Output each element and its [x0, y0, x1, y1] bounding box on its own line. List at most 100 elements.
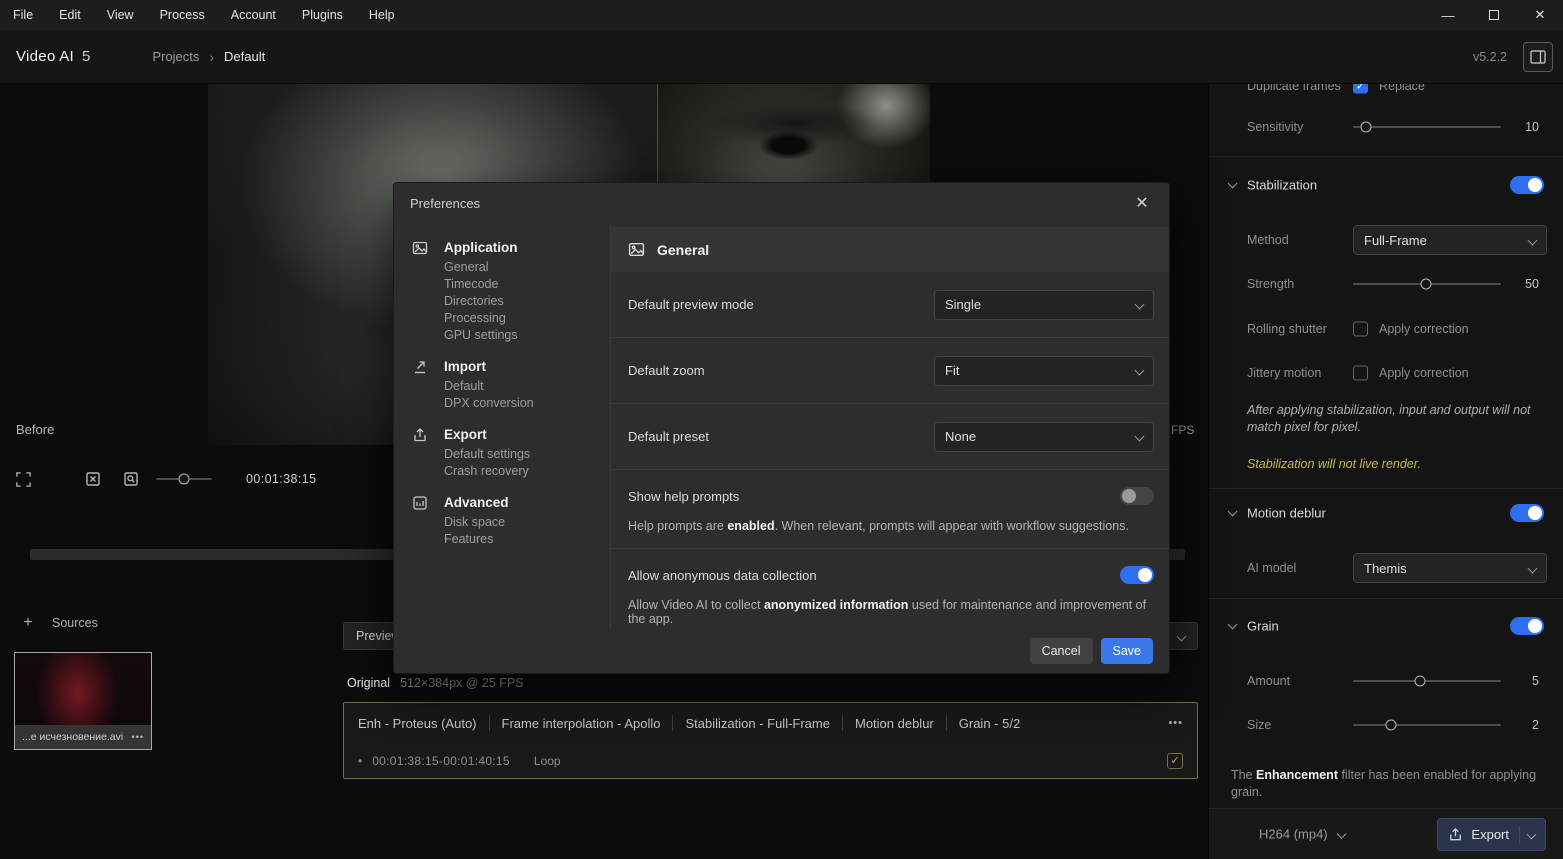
replace-checkbox[interactable]: ✓: [1353, 84, 1368, 94]
filter-pill-grain[interactable]: Grain - 5/2: [959, 716, 1020, 731]
maximize-icon[interactable]: [1471, 0, 1517, 30]
chevron-down-icon[interactable]: [1176, 631, 1187, 641]
menu-plugins[interactable]: Plugins: [289, 0, 356, 30]
nav-application[interactable]: Application: [394, 237, 610, 258]
menu-account[interactable]: Account: [218, 0, 289, 30]
nav-item-disk-space[interactable]: Disk space: [394, 513, 610, 530]
source-more-icon[interactable]: •••: [132, 732, 144, 742]
chevron-down-icon[interactable]: [1526, 829, 1537, 840]
output-format-select[interactable]: H264 (mp4): [1259, 826, 1347, 842]
nav-item-directories[interactable]: Directories: [394, 292, 610, 309]
app-version: v5.2.2: [1472, 49, 1507, 64]
jittery-motion-checkbox[interactable]: [1353, 365, 1368, 381]
nav-import[interactable]: Import: [394, 356, 610, 377]
dialog-title: Preferences: [410, 195, 481, 211]
ai-model-select[interactable]: Themis: [1353, 553, 1547, 583]
nav-item-processing[interactable]: Processing: [394, 309, 610, 326]
stabilization-header[interactable]: Stabilization: [1209, 170, 1563, 200]
chevron-down-icon: [1227, 506, 1238, 517]
clear-selection-icon[interactable]: [84, 470, 102, 488]
menu-file[interactable]: File: [0, 0, 46, 30]
default-preview-mode-row: Default preview mode Single: [611, 272, 1169, 338]
filter-pill-stabilization[interactable]: Stabilization - Full-Frame: [685, 716, 830, 731]
data-collection-toggle[interactable]: [1120, 566, 1154, 584]
clip-enabled-checkbox[interactable]: ✓: [1167, 753, 1183, 769]
select-value: Single: [945, 297, 982, 312]
motion-deblur-toggle[interactable]: [1510, 504, 1544, 522]
general-section-header: General: [611, 227, 1169, 272]
toggle-knob: [1528, 506, 1542, 520]
panel-toggle-button[interactable]: [1523, 41, 1553, 72]
source-thumbnail[interactable]: ...е исчезновение.avi •••: [14, 652, 152, 750]
enhancement-note: The Enhancement filter has been enabled …: [1231, 767, 1549, 801]
preview-zoom-slider[interactable]: [156, 473, 212, 485]
amount-value: 5: [1532, 674, 1539, 688]
grain-title: Grain: [1247, 618, 1279, 634]
close-icon[interactable]: ✕: [1517, 0, 1563, 30]
slider-knob[interactable]: [1420, 278, 1432, 290]
menu-process[interactable]: Process: [147, 0, 218, 30]
nav-advanced[interactable]: Advanced: [394, 492, 610, 513]
default-zoom-select[interactable]: Fit: [934, 355, 1154, 386]
cancel-button[interactable]: Cancel: [1029, 638, 1093, 664]
motion-deblur-header[interactable]: Motion deblur: [1209, 498, 1563, 528]
pill-divider: [672, 715, 674, 731]
method-row: Method Full-Frame: [1209, 225, 1563, 255]
filter-more-icon[interactable]: •••: [1168, 717, 1183, 729]
filter-pill-motion-deblur[interactable]: Motion deblur: [855, 716, 934, 731]
help-prompts-toggle[interactable]: [1120, 487, 1154, 505]
default-preview-mode-label: Default preview mode: [628, 297, 754, 312]
nav-item-default-settings[interactable]: Default settings: [394, 445, 610, 462]
menu-help[interactable]: Help: [356, 0, 408, 30]
nav-group-import: Import Default DPX conversion: [394, 356, 610, 411]
strength-row: Strength 50: [1209, 269, 1563, 299]
chevron-down-icon: [1527, 563, 1538, 573]
menu-edit[interactable]: Edit: [46, 0, 94, 30]
applied-filters-box[interactable]: Enh - Proteus (Auto) Frame interpolation…: [343, 702, 1198, 779]
preferences-content: General Default preview mode Single Defa…: [611, 223, 1169, 629]
crop-region-icon[interactable]: [14, 470, 32, 488]
size-slider[interactable]: [1353, 719, 1501, 731]
nav-item-general[interactable]: General: [394, 258, 610, 275]
zoom-region-icon[interactable]: [122, 470, 140, 488]
slider-knob[interactable]: [1414, 675, 1426, 687]
export-button[interactable]: Export: [1437, 818, 1546, 851]
nav-item-crash-recovery[interactable]: Crash recovery: [394, 462, 610, 479]
save-button[interactable]: Save: [1100, 638, 1153, 664]
nav-item-gpu-settings[interactable]: GPU settings: [394, 326, 610, 343]
data-collection-setting: Allow anonymous data collection Allow Vi…: [611, 549, 1169, 629]
grain-toggle[interactable]: [1510, 617, 1544, 635]
default-preview-mode-select[interactable]: Single: [934, 289, 1154, 320]
method-select[interactable]: Full-Frame: [1353, 225, 1547, 255]
slider-knob[interactable]: [1385, 719, 1397, 731]
nav-item-timecode[interactable]: Timecode: [394, 275, 610, 292]
slider-knob[interactable]: [178, 473, 190, 485]
output-format-value: H264 (mp4): [1259, 826, 1328, 842]
default-preset-select[interactable]: None: [934, 421, 1154, 452]
amount-label: Amount: [1247, 674, 1291, 688]
nav-export[interactable]: Export: [394, 424, 610, 445]
clip-range: 00:01:38:15-00:01:40:15: [372, 754, 510, 768]
button-divider: [1519, 825, 1520, 844]
minimize-icon[interactable]: —: [1425, 0, 1471, 30]
nav-item-features[interactable]: Features: [394, 530, 610, 547]
add-source-button[interactable]: +: [20, 614, 36, 632]
breadcrumb-projects[interactable]: Projects: [152, 49, 199, 64]
amount-slider[interactable]: [1353, 675, 1501, 687]
select-value: None: [945, 429, 977, 444]
app-header: Video AI 5 Projects › Default v5.2.2: [0, 30, 1563, 84]
strength-slider[interactable]: [1353, 278, 1501, 290]
ai-model-row: AI model Themis: [1209, 553, 1563, 583]
slider-knob[interactable]: [1360, 121, 1372, 133]
grain-header[interactable]: Grain: [1209, 611, 1563, 641]
stabilization-toggle[interactable]: [1510, 176, 1544, 194]
nav-item-dpx-conversion[interactable]: DPX conversion: [394, 394, 610, 411]
sensitivity-slider[interactable]: [1353, 121, 1501, 133]
nav-item-import-default[interactable]: Default: [394, 377, 610, 394]
dialog-close-icon[interactable]: ✕: [1131, 193, 1153, 213]
filter-pill-frame-interpolation[interactable]: Frame interpolation - Apollo: [502, 716, 661, 731]
rolling-shutter-checkbox[interactable]: [1353, 321, 1368, 337]
filter-pill-enhancement[interactable]: Enh - Proteus (Auto): [358, 716, 477, 731]
menu-view[interactable]: View: [94, 0, 147, 30]
app-title: Video AI: [16, 48, 75, 65]
